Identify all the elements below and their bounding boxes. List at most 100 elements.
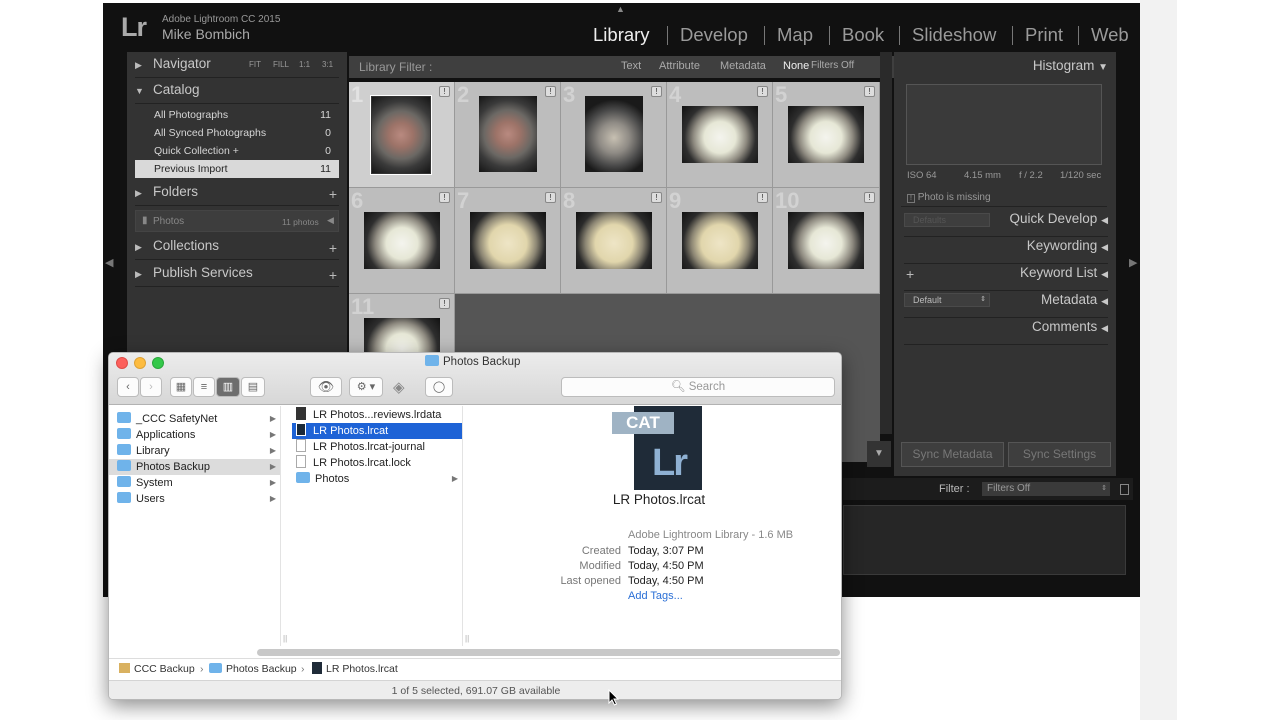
icon-view-button[interactable]: ▦ bbox=[170, 377, 192, 397]
module-library[interactable]: Library bbox=[593, 24, 650, 46]
column-view-button[interactable]: ▥ bbox=[216, 377, 240, 397]
module-book[interactable]: Book bbox=[842, 24, 884, 46]
module-print[interactable]: Print bbox=[1025, 24, 1063, 46]
add-folder-icon[interactable]: + bbox=[329, 186, 337, 202]
zoom-1-1[interactable]: 1:1 bbox=[299, 60, 310, 69]
comments-header[interactable]: Comments ◀ bbox=[904, 319, 1108, 345]
list-item-lrcat[interactable]: LR Photos.lrcat bbox=[292, 423, 462, 439]
missing-photo-icon[interactable]: ! bbox=[545, 192, 556, 203]
zoom-button[interactable] bbox=[152, 357, 164, 369]
navigator-header[interactable]: ▶ Navigator FIT FILL 1:1 3:1 bbox=[135, 56, 339, 78]
search-field[interactable]: 🔍︎ Search bbox=[561, 377, 835, 397]
sync-metadata-button[interactable]: Sync Metadata bbox=[901, 442, 1004, 467]
grid-cell[interactable]: 7! bbox=[455, 188, 561, 294]
action-gear-icon[interactable]: ⚙ ▾ bbox=[349, 377, 383, 397]
filter-metadata[interactable]: Metadata bbox=[720, 60, 766, 72]
zoom-fit[interactable]: FIT bbox=[249, 60, 261, 69]
dropbox-share-icon[interactable]: ◈ bbox=[393, 378, 405, 396]
folder-photos[interactable]: ▮ Photos 11 photos ◀ bbox=[135, 210, 339, 232]
missing-photo-icon[interactable]: ! bbox=[864, 192, 875, 203]
toolbar-menu-icon[interactable]: ▼ bbox=[867, 441, 891, 467]
column-resize-handle[interactable]: || bbox=[283, 634, 287, 643]
collections-header[interactable]: ▶ Collections + bbox=[135, 238, 339, 260]
left-panel-toggle-icon[interactable]: ◀ bbox=[105, 256, 113, 269]
list-item-system[interactable]: System ▶ bbox=[109, 475, 280, 491]
tags-icon[interactable]: ◯ bbox=[425, 377, 453, 397]
missing-photo-icon[interactable]: ! bbox=[864, 86, 875, 97]
list-item-lrcat-journal[interactable]: LR Photos.lrcat-journal bbox=[292, 439, 462, 455]
grid-cell[interactable]: 9! bbox=[667, 188, 773, 294]
filmstrip-filter-select[interactable]: Filters Off ⇕ bbox=[982, 482, 1110, 496]
list-item-library[interactable]: Library ▶ bbox=[109, 443, 280, 459]
list-item-photos-backup[interactable]: Photos Backup ▶ bbox=[109, 459, 280, 475]
filter-attribute[interactable]: Attribute bbox=[659, 60, 700, 72]
quick-develop-header[interactable]: Quick Develop ◀ bbox=[904, 211, 1108, 237]
path-bar: CCC Backup › Photos Backup › LR Photos.l… bbox=[109, 658, 841, 680]
path-item-photos-backup[interactable]: Photos Backup bbox=[209, 659, 297, 680]
missing-photo-icon[interactable]: ! bbox=[439, 86, 450, 97]
grid-scrollbar[interactable] bbox=[880, 52, 892, 434]
missing-photo-icon[interactable]: ! bbox=[439, 192, 450, 203]
histogram-header[interactable]: Histogram ▼ bbox=[1033, 58, 1108, 73]
list-item-photos-folder[interactable]: Photos ▶ bbox=[292, 471, 462, 487]
zoom-3-1[interactable]: 3:1 bbox=[322, 60, 333, 69]
zoom-fill[interactable]: FILL bbox=[273, 60, 289, 69]
module-web[interactable]: Web bbox=[1091, 24, 1129, 46]
grid-cell[interactable]: 3! bbox=[561, 82, 667, 188]
close-button[interactable] bbox=[116, 357, 128, 369]
sync-settings-button[interactable]: Sync Settings bbox=[1008, 442, 1111, 467]
grid-cell[interactable]: 8! bbox=[561, 188, 667, 294]
top-panel-toggle-icon[interactable]: ▲ bbox=[616, 4, 625, 14]
list-view-button[interactable]: ≡ bbox=[193, 377, 215, 397]
module-slideshow[interactable]: Slideshow bbox=[912, 24, 996, 46]
metadata-header[interactable]: Metadata ◀ bbox=[904, 292, 1108, 318]
catalog-quick-collection[interactable]: Quick Collection +0 bbox=[135, 142, 339, 160]
keywording-header[interactable]: Keywording ◀ bbox=[904, 238, 1108, 264]
drive-icon: ▮ bbox=[142, 215, 148, 226]
missing-photo-icon[interactable]: ! bbox=[545, 86, 556, 97]
grid-cell[interactable]: 10! bbox=[773, 188, 880, 294]
horizontal-scrollbar[interactable] bbox=[257, 649, 840, 656]
grid-cell[interactable]: 6! bbox=[349, 188, 455, 294]
missing-photo-icon[interactable]: ! bbox=[757, 86, 768, 97]
grid-cell[interactable]: 2! bbox=[455, 82, 561, 188]
catalog-previous-import[interactable]: Previous Import 11 bbox=[135, 160, 339, 178]
list-item-lrcat-lock[interactable]: LR Photos.lrcat.lock bbox=[292, 455, 462, 471]
forward-button[interactable]: › bbox=[140, 377, 162, 397]
add-tags-link[interactable]: Add Tags... bbox=[628, 590, 683, 602]
list-item-lrdata[interactable]: LR Photos...reviews.lrdata bbox=[292, 407, 462, 423]
grid-cell[interactable]: 5! bbox=[773, 82, 880, 188]
catalog-header[interactable]: ▼ Catalog bbox=[135, 82, 339, 104]
filter-status[interactable]: Filters Off bbox=[811, 60, 854, 71]
filter-lock-icon[interactable] bbox=[1120, 484, 1129, 495]
list-item-users[interactable]: Users ▶ bbox=[109, 491, 280, 507]
path-item-ccc-backup[interactable]: CCC Backup bbox=[119, 659, 195, 680]
catalog-all-synced[interactable]: All Synced Photographs 0 bbox=[135, 124, 339, 142]
catalog-all-photographs[interactable]: All Photographs 11 bbox=[135, 106, 339, 124]
missing-photo-icon[interactable]: ! bbox=[651, 86, 662, 97]
add-collection-icon[interactable]: + bbox=[329, 240, 337, 256]
list-item-applications[interactable]: Applications ▶ bbox=[109, 427, 280, 443]
filmstrip bbox=[843, 505, 1126, 575]
keyword-list-header[interactable]: Keyword List ◀ bbox=[904, 265, 1108, 291]
back-button[interactable]: ‹ bbox=[117, 377, 139, 397]
module-develop[interactable]: Develop bbox=[680, 24, 748, 46]
grid-cell[interactable]: 1! bbox=[349, 82, 455, 188]
cover-flow-button[interactable]: ▤ bbox=[241, 377, 265, 397]
grid-cell[interactable]: 4! bbox=[667, 82, 773, 188]
folders-header[interactable]: ▶ Folders + bbox=[135, 184, 339, 206]
add-publish-service-icon[interactable]: + bbox=[329, 267, 337, 283]
filter-text[interactable]: Text bbox=[621, 60, 641, 72]
publish-services-header[interactable]: ▶ Publish Services + bbox=[135, 265, 339, 287]
missing-photo-icon[interactable]: ! bbox=[757, 192, 768, 203]
missing-photo-icon[interactable]: ! bbox=[439, 298, 450, 309]
quick-look-eye-icon[interactable]: 👁 bbox=[310, 377, 342, 397]
list-item-ccc-safetynet[interactable]: _CCC SafetyNet ▶ bbox=[109, 411, 280, 427]
filter-none[interactable]: None bbox=[783, 60, 809, 72]
right-panel-toggle-icon[interactable]: ▶ bbox=[1129, 256, 1137, 269]
missing-photo-icon[interactable]: ! bbox=[651, 192, 662, 203]
module-map[interactable]: Map bbox=[777, 24, 813, 46]
column-resize-handle[interactable]: || bbox=[465, 634, 469, 643]
minimize-button[interactable] bbox=[134, 357, 146, 369]
path-item-lrcat[interactable]: LR Photos.lrcat bbox=[312, 659, 398, 680]
